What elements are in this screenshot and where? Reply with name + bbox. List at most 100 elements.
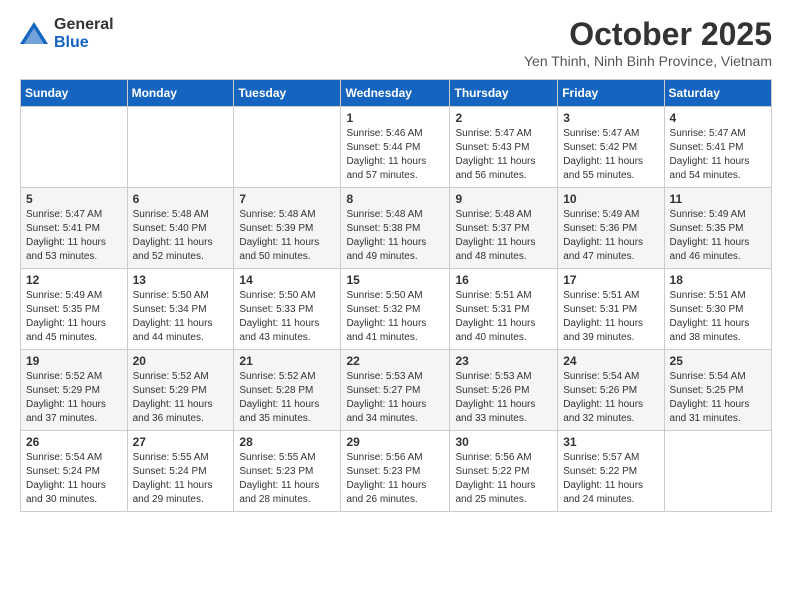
day-info: Sunrise: 5:47 AM Sunset: 5:42 PM Dayligh… [563,127,658,183]
day-info: Sunrise: 5:50 AM Sunset: 5:33 PM Dayligh… [239,289,335,345]
calendar-cell: 3Sunrise: 5:47 AM Sunset: 5:42 PM Daylig… [558,107,664,188]
calendar-cell: 29Sunrise: 5:56 AM Sunset: 5:23 PM Dayli… [341,431,450,512]
day-info: Sunrise: 5:47 AM Sunset: 5:43 PM Dayligh… [455,127,552,183]
day-info: Sunrise: 5:50 AM Sunset: 5:34 PM Dayligh… [133,289,229,345]
calendar-cell: 6Sunrise: 5:48 AM Sunset: 5:40 PM Daylig… [127,188,234,269]
day-number: 25 [670,354,766,368]
calendar-cell: 19Sunrise: 5:52 AM Sunset: 5:29 PM Dayli… [21,350,128,431]
calendar-cell [21,107,128,188]
day-info: Sunrise: 5:51 AM Sunset: 5:31 PM Dayligh… [455,289,552,345]
day-number: 27 [133,435,229,449]
day-number: 11 [670,192,766,206]
calendar-cell: 26 Sunrise: 5:54 AM Sunset: 5:24 PM Dayli… [21,431,128,512]
calendar-cell [234,107,341,188]
day-number: 20 [133,354,229,368]
day-number: 13 [133,273,229,287]
day-info: Sunrise: 5:53 AM Sunset: 5:27 PM Dayligh… [346,370,444,426]
day-number: 4 [670,111,766,125]
calendar-cell: 9 Sunrise: 5:48 AM Sunset: 5:37 PM Daylig… [450,188,558,269]
day-number: 23 [455,354,552,368]
calendar-cell: 1 Sunrise: 5:46 AM Sunset: 5:44 PM Daylig… [341,107,450,188]
calendar-week-4: 19Sunrise: 5:52 AM Sunset: 5:29 PM Dayli… [21,350,772,431]
calendar-cell: 12Sunrise: 5:49 AM Sunset: 5:35 PM Dayli… [21,269,128,350]
calendar-cell [127,107,234,188]
weekday-header-wednesday: Wednesday [341,80,450,107]
day-number: 10 [563,192,658,206]
calendar-week-3: 12Sunrise: 5:49 AM Sunset: 5:35 PM Dayli… [21,269,772,350]
day-info: Sunrise: 5:48 AM Sunset: 5:40 PM Dayligh… [133,208,229,264]
day-info: Sunrise: 5:51 AM Sunset: 5:30 PM Dayligh… [670,289,766,345]
day-info: Sunrise: 5:47 AM Sunset: 5:41 PM Dayligh… [670,127,766,183]
day-info: Sunrise: 5:49 AM Sunset: 5:35 PM Dayligh… [670,208,766,264]
day-number: 17 [563,273,658,287]
day-number: 31 [563,435,658,449]
day-info: Sunrise: 5:53 AM Sunset: 5:26 PM Dayligh… [455,370,552,426]
calendar-cell [664,431,771,512]
day-info: Sunrise: 5:52 AM Sunset: 5:28 PM Dayligh… [239,370,335,426]
calendar-cell: 28 Sunrise: 5:55 AM Sunset: 5:23 PM Dayli… [234,431,341,512]
day-info: Sunrise: 5:56 AM Sunset: 5:22 PM Dayligh… [455,451,552,507]
day-info: Sunrise: 5:54 AM Sunset: 5:26 PM Dayligh… [563,370,658,426]
logo-general: General [54,16,114,33]
day-info: Sunrise: 5:52 AM Sunset: 5:29 PM Dayligh… [133,370,229,426]
calendar-cell: 31 Sunrise: 5:57 AM Sunset: 5:22 PM Dayli… [558,431,664,512]
calendar-cell: 25 Sunrise: 5:54 AM Sunset: 5:25 PM Dayli… [664,350,771,431]
calendar-cell: 21Sunrise: 5:52 AM Sunset: 5:28 PM Dayli… [234,350,341,431]
weekday-header-monday: Monday [127,80,234,107]
calendar-cell: 11 Sunrise: 5:49 AM Sunset: 5:35 PM Dayli… [664,188,771,269]
logo-text: General Blue [54,16,114,52]
day-info: Sunrise: 5:49 AM Sunset: 5:35 PM Dayligh… [26,289,122,345]
weekday-header-friday: Friday [558,80,664,107]
calendar-cell: 16 Sunrise: 5:51 AM Sunset: 5:31 PM Dayli… [450,269,558,350]
day-info: Sunrise: 5:52 AM Sunset: 5:29 PM Dayligh… [26,370,122,426]
day-number: 8 [346,192,444,206]
day-number: 18 [670,273,766,287]
calendar-cell: 4 Sunrise: 5:47 AM Sunset: 5:41 PM Daylig… [664,107,771,188]
calendar-cell: 8 Sunrise: 5:48 AM Sunset: 5:38 PM Daylig… [341,188,450,269]
weekday-header-thursday: Thursday [450,80,558,107]
title-area: October 2025 Yen Thinh, Ninh Binh Provin… [524,16,772,69]
calendar-cell: 24 Sunrise: 5:54 AM Sunset: 5:26 PM Dayli… [558,350,664,431]
day-number: 26 [26,435,122,449]
day-info: Sunrise: 5:50 AM Sunset: 5:32 PM Dayligh… [346,289,444,345]
calendar-cell: 23 Sunrise: 5:53 AM Sunset: 5:26 PM Dayli… [450,350,558,431]
day-info: Sunrise: 5:46 AM Sunset: 5:44 PM Dayligh… [346,127,444,183]
calendar-cell: 22Sunrise: 5:53 AM Sunset: 5:27 PM Dayli… [341,350,450,431]
calendar-cell: 27 Sunrise: 5:55 AM Sunset: 5:24 PM Dayli… [127,431,234,512]
day-info: Sunrise: 5:57 AM Sunset: 5:22 PM Dayligh… [563,451,658,507]
calendar-week-2: 5Sunrise: 5:47 AM Sunset: 5:41 PM Daylig… [21,188,772,269]
day-info: Sunrise: 5:54 AM Sunset: 5:24 PM Dayligh… [26,451,122,507]
day-number: 1 [346,111,444,125]
day-info: Sunrise: 5:49 AM Sunset: 5:36 PM Dayligh… [563,208,658,264]
day-number: 5 [26,192,122,206]
day-number: 24 [563,354,658,368]
day-number: 14 [239,273,335,287]
calendar-cell: 7Sunrise: 5:48 AM Sunset: 5:39 PM Daylig… [234,188,341,269]
calendar-cell: 17Sunrise: 5:51 AM Sunset: 5:31 PM Dayli… [558,269,664,350]
logo-icon [20,20,50,48]
weekday-header-saturday: Saturday [664,80,771,107]
logo: General Blue [20,16,114,52]
day-info: Sunrise: 5:55 AM Sunset: 5:23 PM Dayligh… [239,451,335,507]
calendar-table: SundayMondayTuesdayWednesdayThursdayFrid… [20,79,772,512]
day-number: 28 [239,435,335,449]
day-info: Sunrise: 5:54 AM Sunset: 5:25 PM Dayligh… [670,370,766,426]
calendar-cell: 2 Sunrise: 5:47 AM Sunset: 5:43 PM Daylig… [450,107,558,188]
weekday-header-row: SundayMondayTuesdayWednesdayThursdayFrid… [21,80,772,107]
calendar-cell: 20 Sunrise: 5:52 AM Sunset: 5:29 PM Dayli… [127,350,234,431]
day-info: Sunrise: 5:55 AM Sunset: 5:24 PM Dayligh… [133,451,229,507]
calendar-cell: 13 Sunrise: 5:50 AM Sunset: 5:34 PM Dayli… [127,269,234,350]
day-info: Sunrise: 5:48 AM Sunset: 5:38 PM Dayligh… [346,208,444,264]
calendar-week-5: 26 Sunrise: 5:54 AM Sunset: 5:24 PM Dayli… [21,431,772,512]
weekday-header-sunday: Sunday [21,80,128,107]
day-number: 16 [455,273,552,287]
page-header: General Blue October 2025 Yen Thinh, Nin… [20,16,772,69]
day-info: Sunrise: 5:48 AM Sunset: 5:37 PM Dayligh… [455,208,552,264]
calendar-week-1: 1 Sunrise: 5:46 AM Sunset: 5:44 PM Daylig… [21,107,772,188]
day-number: 29 [346,435,444,449]
day-number: 2 [455,111,552,125]
calendar-cell: 15Sunrise: 5:50 AM Sunset: 5:32 PM Dayli… [341,269,450,350]
subtitle: Yen Thinh, Ninh Binh Province, Vietnam [524,53,772,69]
day-number: 9 [455,192,552,206]
calendar-cell: 18 Sunrise: 5:51 AM Sunset: 5:30 PM Dayli… [664,269,771,350]
